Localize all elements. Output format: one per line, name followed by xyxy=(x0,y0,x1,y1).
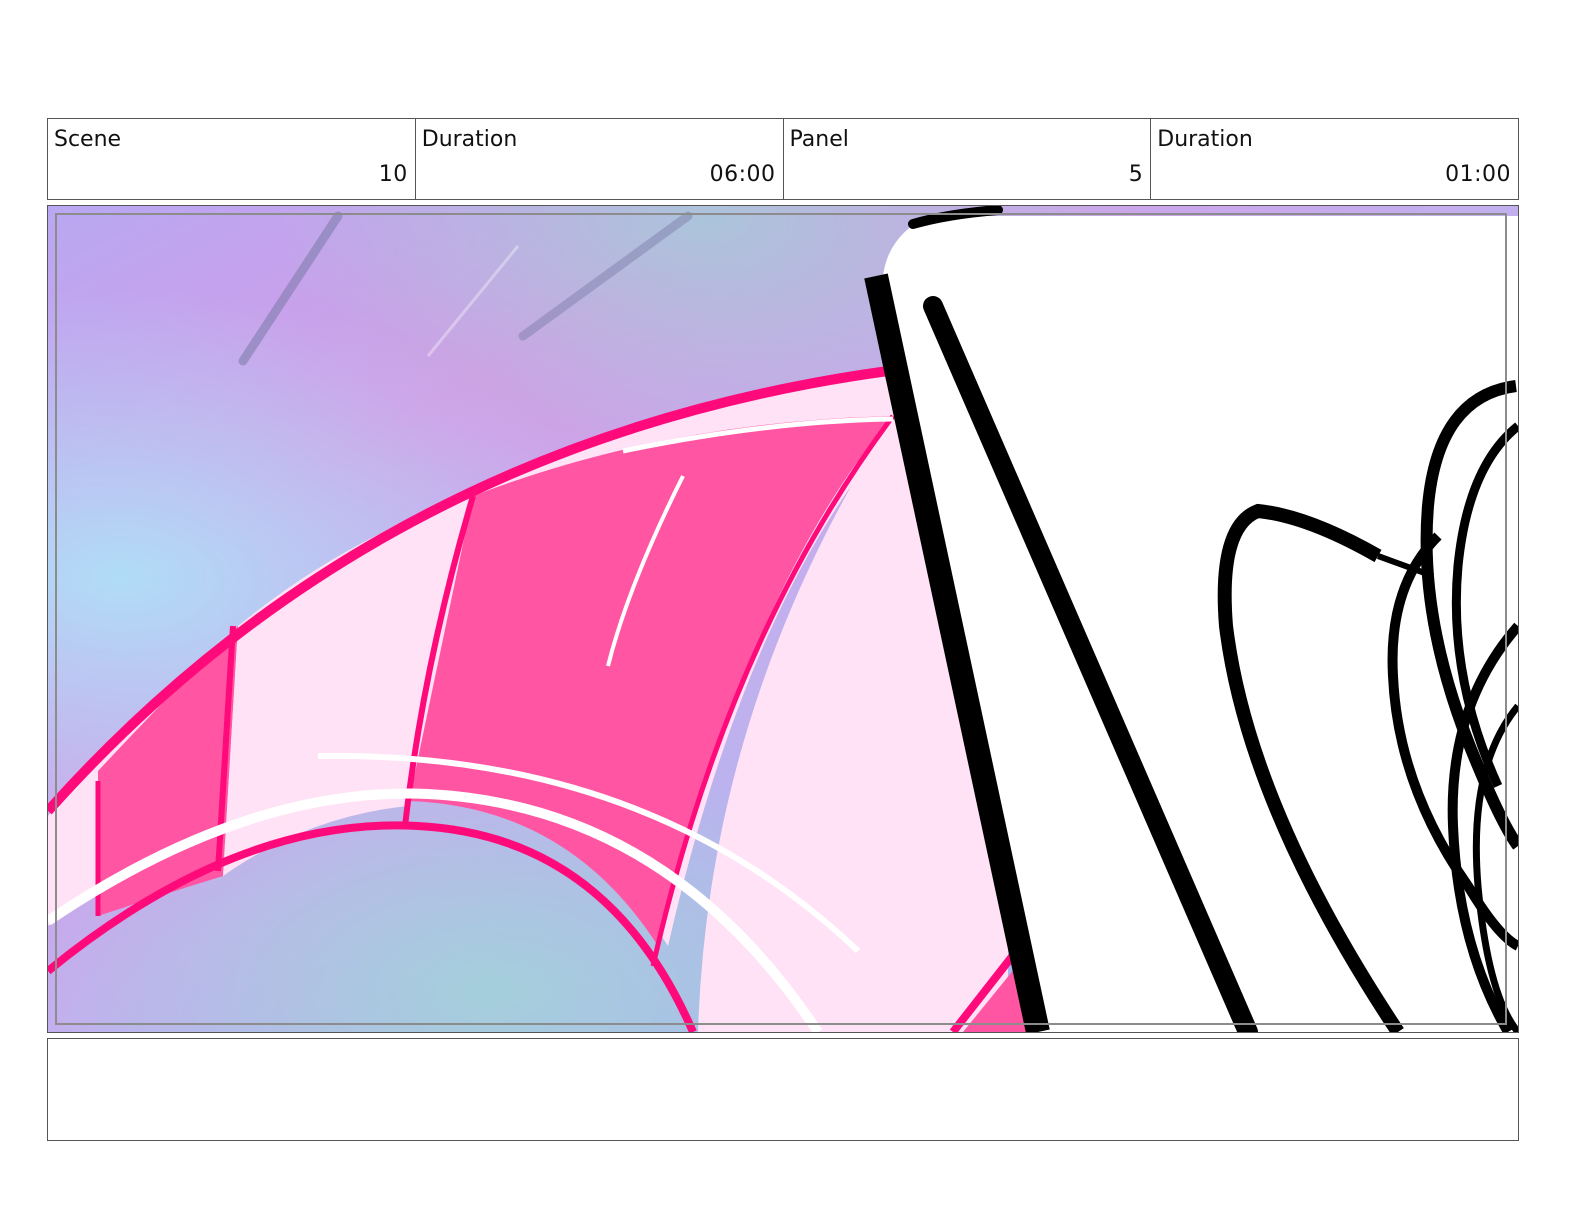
scene-cell: Scene 10 xyxy=(48,119,416,199)
panel-duration-value: 01:00 xyxy=(1445,162,1511,187)
scene-duration-label: Duration xyxy=(421,127,518,152)
panel-number: 5 xyxy=(1128,162,1144,187)
panel-notes[interactable] xyxy=(47,1038,1519,1141)
panel-duration-cell: Duration 01:00 xyxy=(1151,119,1518,199)
scene-duration-cell: Duration 06:00 xyxy=(416,119,784,199)
scene-number: 10 xyxy=(378,162,408,187)
storyboard-panel xyxy=(47,205,1519,1033)
scene-duration-value: 06:00 xyxy=(709,162,776,187)
panel-duration-label: Duration xyxy=(1157,127,1253,152)
panel-label: Panel xyxy=(789,127,849,152)
scene-label: Scene xyxy=(54,127,122,152)
panel-cell: Panel 5 xyxy=(784,119,1152,199)
panel-header: Scene 10 Duration 06:00 Panel 5 Duration… xyxy=(47,118,1519,200)
storyboard-drawing xyxy=(48,206,1518,1032)
